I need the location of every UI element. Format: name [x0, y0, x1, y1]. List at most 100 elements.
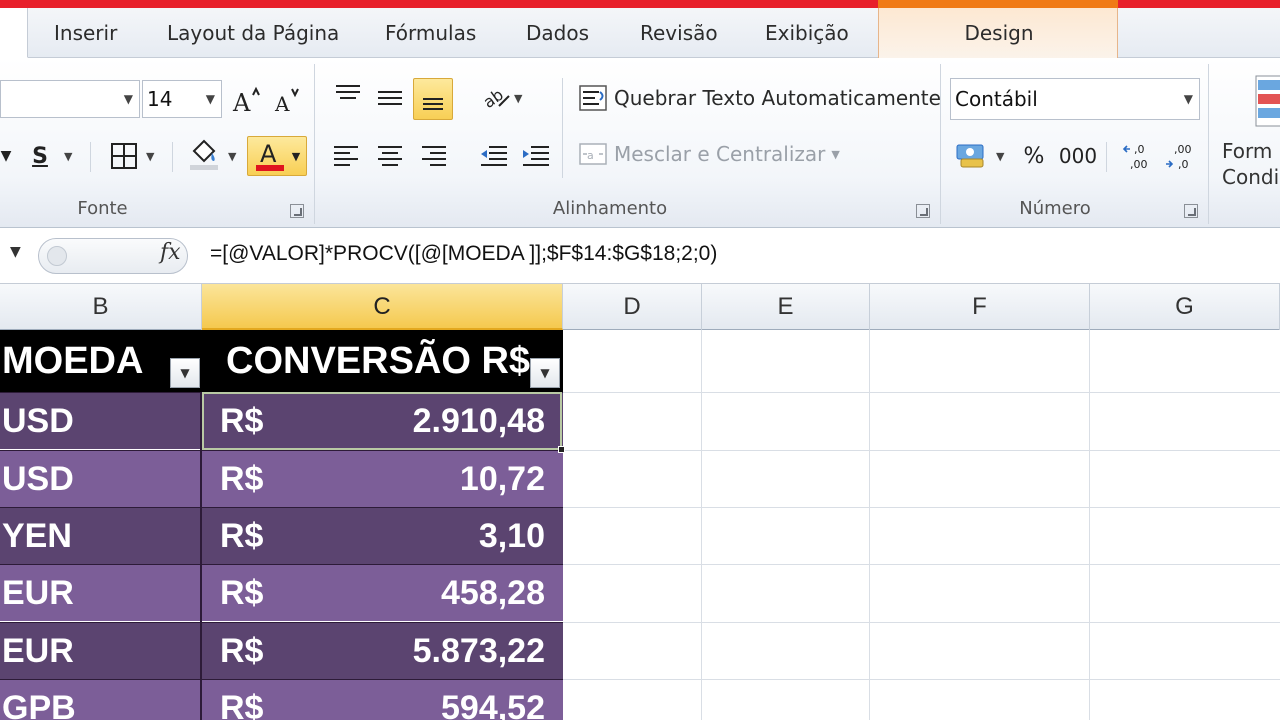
font-dialog-launcher-icon[interactable] — [290, 204, 304, 218]
column-header-e[interactable]: E — [702, 284, 870, 330]
chevron-down-icon[interactable]: ▼ — [228, 150, 236, 163]
decrease-indent-button[interactable] — [476, 138, 512, 174]
tab-dados[interactable]: Dados — [526, 8, 589, 58]
grow-font-icon: A — [232, 86, 260, 115]
cell-conversao[interactable]: 5.873,22 — [413, 623, 545, 680]
alignment-dialog-launcher-icon[interactable] — [916, 204, 930, 218]
chevron-down-icon[interactable]: ▼ — [996, 150, 1004, 163]
decrease-decimal-icon: ,00 ,0 — [1166, 143, 1192, 171]
cell-conversao[interactable]: 594,52 — [441, 680, 545, 720]
header-conversao[interactable]: CONVERSÃO R$ — [226, 330, 530, 392]
insert-function-button[interactable]: fx — [160, 240, 181, 265]
tab-formulas[interactable]: Fórmulas — [385, 8, 476, 58]
accounting-format-button[interactable] — [954, 138, 990, 174]
align-top-button[interactable] — [330, 78, 366, 114]
shrink-font-icon: A — [274, 88, 299, 115]
shrink-font-button[interactable]: A — [268, 82, 304, 118]
svg-text:A: A — [260, 140, 277, 168]
name-box-dropdown-icon[interactable]: ▼ — [10, 244, 21, 260]
table-row[interactable]: EUR R$ 5.873,22 — [0, 622, 563, 680]
tab-exibicao[interactable]: Exibição — [765, 8, 849, 58]
percent-style-button[interactable]: % — [1016, 138, 1052, 174]
conditional-formatting-label-2: Condi — [1222, 165, 1280, 189]
header-moeda[interactable]: MOEDA — [2, 330, 143, 392]
fill-color-button[interactable] — [186, 136, 222, 172]
increase-indent-button[interactable] — [518, 138, 554, 174]
align-left-button[interactable] — [328, 138, 364, 174]
table-row[interactable]: GPB R$ 594,52 — [0, 679, 563, 720]
chevron-down-icon[interactable]: ▼ — [514, 92, 522, 105]
underline-button[interactable]: ▼ — [0, 138, 24, 174]
wrap-text-button[interactable]: Quebrar Texto Automaticamente — [578, 84, 941, 112]
svg-text:a: a — [587, 149, 594, 162]
divider — [172, 142, 173, 172]
tab-inserir[interactable]: Inserir — [54, 8, 117, 58]
svg-text:,00: ,00 — [1174, 143, 1192, 156]
filter-moeda-button[interactable]: ▼ — [170, 358, 200, 388]
column-header-b[interactable]: B — [0, 284, 202, 330]
tab-design[interactable]: Design — [878, 8, 1118, 58]
number-dialog-launcher-icon[interactable] — [1184, 204, 1198, 218]
align-bottom-icon — [423, 98, 443, 110]
font-color-button[interactable]: A ▼ — [247, 136, 307, 176]
column-header-f[interactable]: F — [870, 284, 1090, 330]
comma-style-button[interactable]: 000 — [1058, 138, 1098, 174]
merge-center-button[interactable]: a Mesclar e Centralizar ▼ — [578, 140, 840, 168]
increase-decimal-button[interactable]: ,0 ,00 — [1120, 138, 1156, 174]
cell-moeda[interactable]: YEN — [2, 508, 72, 565]
chevron-down-icon[interactable]: ▼ — [64, 150, 72, 163]
cell-moeda[interactable]: GPB — [2, 680, 76, 720]
chevron-down-icon: ▼ — [291, 149, 301, 163]
align-middle-icon — [378, 91, 402, 105]
cell-moeda[interactable]: USD — [2, 393, 74, 450]
cell-conversao[interactable]: 10,72 — [460, 451, 545, 508]
font-size-combo[interactable]: 14 ▼ — [142, 80, 222, 118]
align-left-icon — [334, 146, 358, 166]
filter-conversao-button[interactable]: ▼ — [530, 358, 560, 388]
strikethrough-button[interactable]: S — [22, 138, 58, 174]
svg-text:,0: ,0 — [1134, 143, 1145, 156]
tab-home[interactable] — [0, 8, 28, 58]
empty-cells-grid[interactable] — [562, 330, 1280, 720]
cell-conversao[interactable]: 458,28 — [441, 565, 545, 622]
column-header-d[interactable]: D — [563, 284, 702, 330]
svg-text:,0: ,0 — [1178, 158, 1189, 171]
cell-conversao[interactable]: 3,10 — [479, 508, 545, 565]
increase-decimal-icon: ,0 ,00 — [1122, 143, 1148, 171]
cell-moeda[interactable]: EUR — [2, 623, 74, 680]
font-size-value: 14 — [147, 87, 173, 111]
tab-revisao[interactable]: Revisão — [640, 8, 718, 58]
tab-layout-da-pagina[interactable]: Layout da Página — [167, 8, 339, 58]
align-right-button[interactable] — [416, 138, 452, 174]
decrease-decimal-button[interactable]: ,00 ,0 — [1162, 138, 1198, 174]
fill-handle[interactable] — [558, 446, 565, 453]
chevron-down-icon[interactable]: ▼ — [146, 150, 154, 163]
font-name-combo[interactable]: ▼ — [0, 80, 140, 118]
align-right-icon — [422, 146, 446, 166]
chevron-down-icon: ▼ — [1183, 92, 1193, 106]
font-color-icon: A — [255, 140, 284, 171]
group-separator — [314, 64, 315, 224]
thousands-separator-icon: 000 — [1058, 144, 1098, 168]
orientation-button[interactable]: ab — [478, 80, 514, 116]
decrease-indent-icon — [481, 146, 507, 166]
cell-moeda[interactable]: EUR — [2, 565, 74, 622]
cell-moeda[interactable]: USD — [2, 451, 74, 508]
column-header-c[interactable]: C — [202, 284, 563, 330]
ribbon-tabs: Inserir Layout da Página Fórmulas Dados … — [0, 8, 1280, 58]
table-row[interactable]: USD R$ 10,72 — [0, 450, 563, 508]
currency-icon — [956, 144, 984, 168]
align-center-button[interactable] — [372, 138, 408, 174]
align-middle-button[interactable] — [372, 80, 408, 116]
number-format-combo[interactable]: Contábil ▼ — [950, 78, 1200, 120]
borders-button[interactable] — [106, 138, 142, 174]
table-row[interactable]: YEN R$ 3,10 — [0, 507, 563, 565]
formula-input[interactable]: =[@VALOR]*PROCV([@[MOEDA ]];$F$14:$G$18;… — [210, 242, 717, 266]
svg-text:A: A — [232, 89, 251, 115]
paint-bucket-icon — [190, 139, 218, 170]
grow-font-button[interactable]: A — [228, 82, 264, 118]
conditional-formatting-button[interactable]: Form Condi — [1222, 68, 1280, 228]
table-row[interactable]: EUR R$ 458,28 — [0, 564, 563, 622]
column-header-g[interactable]: G — [1090, 284, 1280, 330]
align-bottom-button[interactable] — [413, 78, 453, 120]
